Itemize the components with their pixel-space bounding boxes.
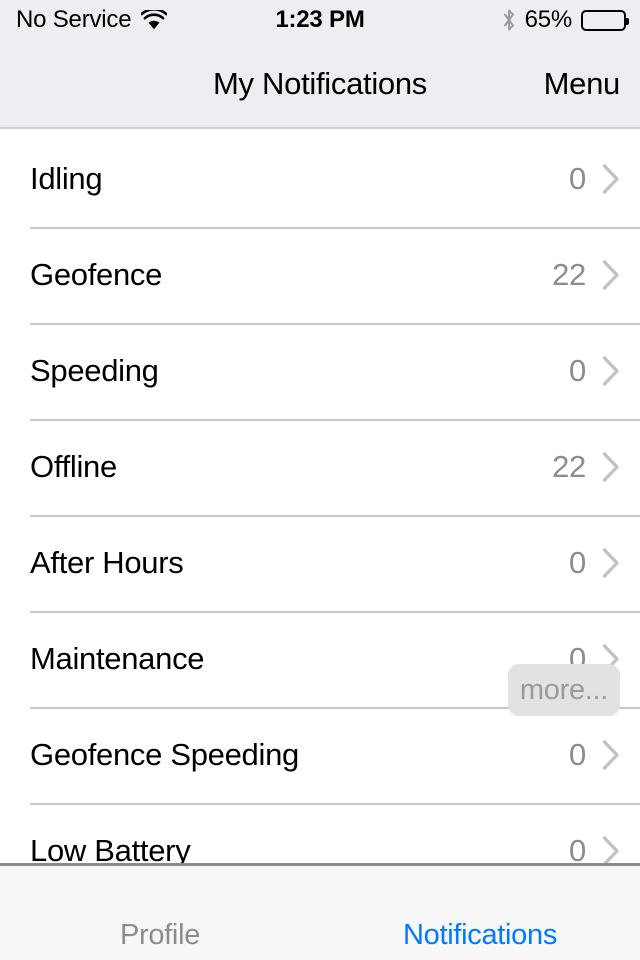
- more-indicator: more...: [508, 664, 620, 716]
- more-indicator-label: more...: [519, 673, 609, 706]
- menu-button[interactable]: Menu: [544, 66, 621, 102]
- tab-item-profile[interactable]: Profile: [0, 866, 320, 960]
- table-row[interactable]: Idling 0: [0, 131, 640, 227]
- chevron-right-icon: [602, 548, 620, 578]
- chevron-right-icon: [602, 356, 620, 386]
- row-label: Geofence Speeding: [30, 737, 299, 772]
- chevron-right-icon: [602, 452, 620, 482]
- tab-label: Profile: [119, 919, 201, 951]
- table-row[interactable]: Geofence 22: [0, 227, 640, 323]
- battery-percent-label: 65%: [524, 6, 573, 33]
- row-label: Offline: [30, 449, 117, 484]
- table-row[interactable]: After Hours 0: [0, 515, 640, 611]
- row-count: 0: [569, 833, 586, 863]
- row-label: Speeding: [30, 353, 159, 388]
- row-count: 0: [569, 161, 586, 196]
- chevron-right-icon: [602, 740, 620, 770]
- status-bar-right: 65%: [321, 6, 629, 34]
- status-bar: No Service 1:23 PM 65%: [0, 0, 640, 40]
- tab-label: Notifications: [402, 919, 558, 951]
- table-row[interactable]: Geofence Speeding 0: [0, 707, 640, 803]
- status-bar-left: No Service: [16, 6, 321, 34]
- carrier-label: No Service: [16, 6, 132, 33]
- row-count: 0: [569, 353, 586, 388]
- row-label: Low Battery: [30, 833, 191, 863]
- row-label: Geofence: [30, 257, 163, 292]
- navigation-bar: My Notifications Menu: [0, 40, 640, 129]
- battery-icon: [581, 9, 629, 31]
- notifications-list[interactable]: Idling 0 Geofence 22 Speeding 0 Offline 22 After…: [0, 131, 640, 863]
- table-row[interactable]: Speeding 0: [0, 323, 640, 419]
- chevron-right-icon: [602, 836, 620, 863]
- app-screen: No Service 1:23 PM 65% My Notifications …: [0, 0, 640, 960]
- row-label: After Hours: [30, 545, 184, 580]
- table-row[interactable]: Low Battery 0: [0, 803, 640, 863]
- tab-item-notifications[interactable]: Notifications: [320, 866, 640, 960]
- row-count: 22: [552, 257, 586, 292]
- chevron-right-icon: [602, 164, 620, 194]
- row-count: 0: [569, 737, 586, 772]
- row-count: 22: [552, 449, 586, 484]
- chevron-right-icon: [602, 260, 620, 290]
- table-row[interactable]: Offline 22: [0, 419, 640, 515]
- tab-bar: Profile Notifications: [0, 863, 640, 960]
- row-label: Maintenance: [30, 641, 205, 676]
- bluetooth-icon: [502, 8, 516, 32]
- row-label: Idling: [30, 161, 103, 196]
- wifi-icon: [141, 10, 168, 30]
- row-count: 0: [569, 545, 586, 580]
